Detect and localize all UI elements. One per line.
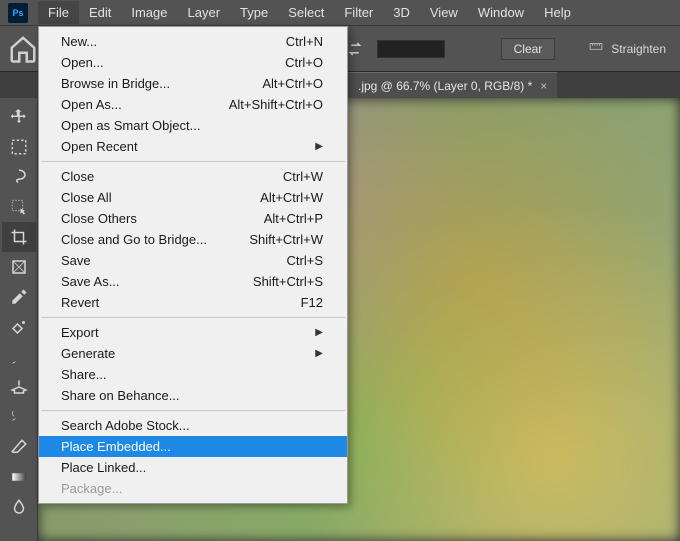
menu-item-generate[interactable]: Generate ▶ (39, 343, 347, 364)
menu-shortcut: Shift+Ctrl+W (249, 232, 323, 247)
home-icon[interactable] (8, 34, 38, 64)
file-menu-dropdown: New... Ctrl+N Open... Ctrl+O Browse in Bridg… (38, 26, 348, 504)
menu-item-label: New... (61, 34, 97, 49)
menu-item-label: Place Embedded... (61, 439, 171, 454)
menu-item-open-recent[interactable]: Open Recent ▶ (39, 136, 347, 157)
frame-tool[interactable] (2, 252, 36, 282)
menu-item-close[interactable]: Close Ctrl+W (39, 166, 347, 187)
menu-shortcut: Shift+Ctrl+S (253, 274, 323, 289)
menu-item-label: Open as Smart Object... (61, 118, 200, 133)
lasso-tool[interactable] (2, 162, 36, 192)
brush-tool[interactable] (2, 342, 36, 372)
close-icon[interactable]: × (540, 79, 547, 93)
menu-separator (41, 410, 345, 411)
menu-file[interactable]: File (38, 1, 79, 24)
straighten-label: Straighten (611, 42, 666, 56)
menu-edit[interactable]: Edit (79, 1, 121, 24)
menu-item-save-as[interactable]: Save As... Shift+Ctrl+S (39, 271, 347, 292)
clone-stamp-tool[interactable] (2, 372, 36, 402)
menu-item-save[interactable]: Save Ctrl+S (39, 250, 347, 271)
clear-button[interactable]: Clear (501, 38, 556, 60)
gradient-preview[interactable] (377, 40, 445, 58)
menu-item-label: Share... (61, 367, 107, 382)
menu-shortcut: Ctrl+O (285, 55, 323, 70)
submenu-arrow-icon: ▶ (315, 327, 323, 338)
menu-shortcut: Ctrl+W (283, 169, 323, 184)
menu-item-label: Open As... (61, 97, 122, 112)
history-brush-tool[interactable] (2, 402, 36, 432)
healing-brush-tool[interactable] (2, 312, 36, 342)
menu-item-open-as-smart-object[interactable]: Open as Smart Object... (39, 115, 347, 136)
gradient-tool[interactable] (2, 462, 36, 492)
menu-select[interactable]: Select (278, 1, 334, 24)
menu-item-place-linked[interactable]: Place Linked... (39, 457, 347, 478)
menu-type[interactable]: Type (230, 1, 278, 24)
eraser-tool[interactable] (2, 432, 36, 462)
menu-layer[interactable]: Layer (178, 1, 231, 24)
menu-item-label: Save As... (61, 274, 120, 289)
menu-item-label: Open Recent (61, 139, 138, 154)
menu-item-package: Package... (39, 478, 347, 499)
menu-item-export[interactable]: Export ▶ (39, 322, 347, 343)
menu-item-new[interactable]: New... Ctrl+N (39, 31, 347, 52)
menu-item-close-all[interactable]: Close All Alt+Ctrl+W (39, 187, 347, 208)
menu-item-label: Share on Behance... (61, 388, 180, 403)
menu-item-open[interactable]: Open... Ctrl+O (39, 52, 347, 73)
menu-item-close-and-go-to-bridge[interactable]: Close and Go to Bridge... Shift+Ctrl+W (39, 229, 347, 250)
menu-item-label: Close (61, 169, 94, 184)
menu-filter[interactable]: Filter (334, 1, 383, 24)
document-tab[interactable]: .jpg @ 66.7% (Layer 0, RGB/8) * × (348, 72, 557, 98)
menu-item-label: Place Linked... (61, 460, 146, 475)
menu-item-label: Close Others (61, 211, 137, 226)
menu-window[interactable]: Window (468, 1, 534, 24)
menu-item-close-others[interactable]: Close Others Alt+Ctrl+P (39, 208, 347, 229)
menu-separator (41, 161, 345, 162)
submenu-arrow-icon: ▶ (315, 141, 323, 152)
menu-shortcut: Alt+Ctrl+P (264, 211, 323, 226)
menu-item-label: Export (61, 325, 99, 340)
menu-item-label: Save (61, 253, 91, 268)
menu-shortcut: Alt+Shift+Ctrl+O (229, 97, 323, 112)
menu-item-label: Search Adobe Stock... (61, 418, 190, 433)
blur-tool[interactable] (2, 492, 36, 522)
menu-3d[interactable]: 3D (383, 1, 420, 24)
tools-panel (0, 98, 38, 541)
straighten-button[interactable]: Straighten (587, 40, 666, 57)
menu-image[interactable]: Image (121, 1, 177, 24)
photoshop-logo: Ps (8, 3, 28, 23)
document-title: .jpg @ 66.7% (Layer 0, RGB/8) * (358, 79, 532, 93)
menu-shortcut: Alt+Ctrl+W (260, 190, 323, 205)
menu-item-label: Close and Go to Bridge... (61, 232, 207, 247)
menu-item-open-as[interactable]: Open As... Alt+Shift+Ctrl+O (39, 94, 347, 115)
menu-shortcut: F12 (301, 295, 323, 310)
menubar: Ps FileEditImageLayerTypeSelectFilter3DV… (0, 0, 680, 26)
menu-item-browse-in-bridge[interactable]: Browse in Bridge... Alt+Ctrl+O (39, 73, 347, 94)
menu-shortcut: Ctrl+S (287, 253, 323, 268)
menu-item-label: Revert (61, 295, 99, 310)
menu-help[interactable]: Help (534, 1, 581, 24)
menu-item-place-embedded[interactable]: Place Embedded... (39, 436, 347, 457)
menu-separator (41, 317, 345, 318)
ruler-icon (587, 40, 605, 57)
menu-item-label: Close All (61, 190, 112, 205)
submenu-arrow-icon: ▶ (315, 348, 323, 359)
menu-item-label: Open... (61, 55, 104, 70)
object-select-tool[interactable] (2, 192, 36, 222)
eyedropper-tool[interactable] (2, 282, 36, 312)
menu-view[interactable]: View (420, 1, 468, 24)
menu-item-revert[interactable]: Revert F12 (39, 292, 347, 313)
move-tool[interactable] (2, 102, 36, 132)
menu-item-share[interactable]: Share... (39, 364, 347, 385)
menu-item-label: Package... (61, 481, 122, 496)
menu-item-share-on-behance[interactable]: Share on Behance... (39, 385, 347, 406)
menu-item-label: Generate (61, 346, 115, 361)
menu-item-search-adobe-stock[interactable]: Search Adobe Stock... (39, 415, 347, 436)
marquee-tool[interactable] (2, 132, 36, 162)
menu-shortcut: Alt+Ctrl+O (262, 76, 323, 91)
menu-item-label: Browse in Bridge... (61, 76, 170, 91)
crop-tool[interactable] (2, 222, 36, 252)
menu-shortcut: Ctrl+N (286, 34, 323, 49)
